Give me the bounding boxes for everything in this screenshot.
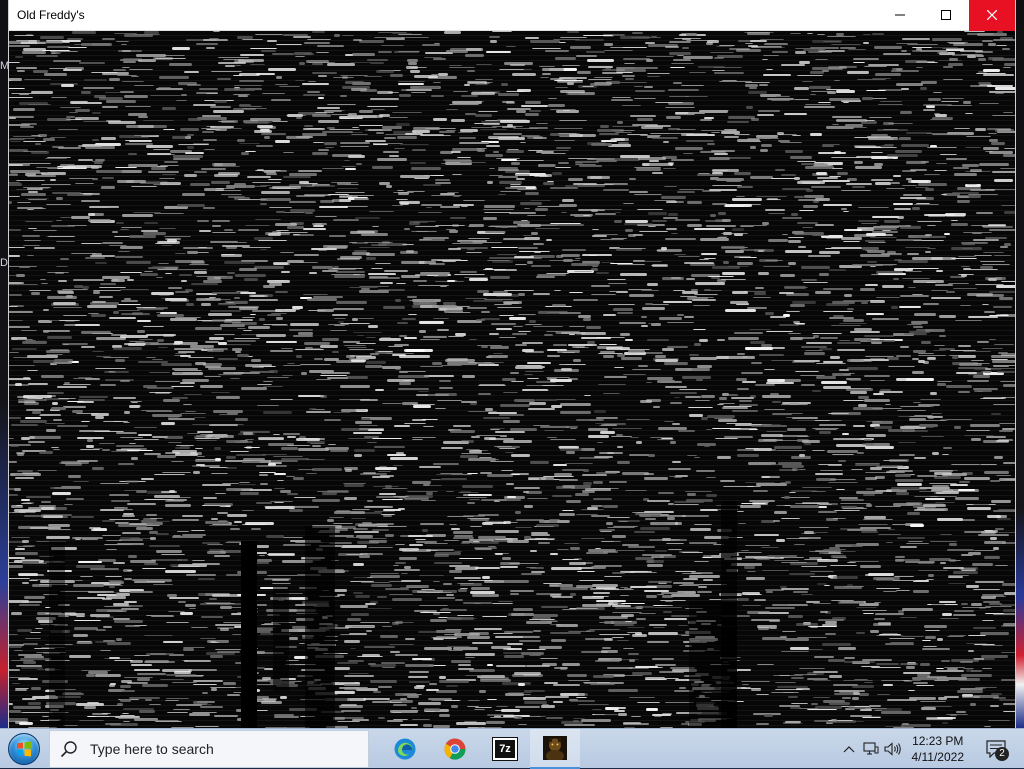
static-dark-band <box>273 586 289 691</box>
taskbar: Type here to search 7z <box>0 728 1024 768</box>
static-dark-band <box>305 526 335 728</box>
desktop-edge-glyph: D <box>0 257 8 269</box>
network-button[interactable] <box>860 729 882 769</box>
system-tray: 12:23 PM 4/11/2022 2 <box>838 729 1024 769</box>
search-placeholder: Type here to search <box>90 741 214 757</box>
chevron-up-icon <box>843 745 855 753</box>
game-icon <box>543 736 567 760</box>
taskbar-game-button[interactable] <box>530 729 580 769</box>
taskbar-search-box[interactable]: Type here to search <box>49 730 369 768</box>
desktop-left-edge: M D <box>0 0 8 728</box>
search-icon <box>60 740 78 758</box>
action-center-button[interactable]: 2 <box>976 729 1016 769</box>
windows-start-icon <box>8 733 40 765</box>
game-viewport[interactable] <box>9 31 1015 728</box>
desktop-right-edge <box>1016 0 1024 728</box>
static-dark-band <box>721 501 737 728</box>
clock-date: 4/11/2022 <box>912 749 965 765</box>
window-controls <box>877 0 1015 31</box>
seven-zip-label: 7z <box>499 743 511 755</box>
seven-zip-icon: 7z <box>493 738 517 760</box>
maximize-button[interactable] <box>923 0 969 31</box>
start-button[interactable] <box>0 729 48 769</box>
close-button[interactable] <box>969 0 1015 31</box>
app-window: Old Freddy's <box>8 0 1016 728</box>
notification-count-badge: 2 <box>995 747 1009 761</box>
close-icon <box>987 10 997 20</box>
taskbar-edge-button[interactable] <box>380 729 430 769</box>
network-icon <box>863 742 879 756</box>
taskbar-7zip-button[interactable]: 7z <box>480 729 530 769</box>
chrome-icon <box>443 737 467 761</box>
desktop-edge-glyph: M <box>0 60 8 72</box>
maximize-icon <box>941 10 951 20</box>
clock-time: 12:23 PM <box>912 733 963 749</box>
show-hidden-icons-button[interactable] <box>838 729 860 769</box>
taskbar-chrome-button[interactable] <box>430 729 480 769</box>
volume-icon <box>884 742 902 756</box>
window-title: Old Freddy's <box>9 8 85 22</box>
taskbar-clock[interactable]: 12:23 PM 4/11/2022 <box>912 733 965 765</box>
window-titlebar[interactable]: Old Freddy's <box>9 0 1015 31</box>
pinned-apps: 7z <box>380 729 580 769</box>
minimize-icon <box>895 10 905 20</box>
volume-button[interactable] <box>882 729 904 769</box>
static-dark-band <box>49 541 65 728</box>
static-dark-band <box>241 541 257 728</box>
edge-icon <box>393 737 417 761</box>
minimize-button[interactable] <box>877 0 923 31</box>
static-noise <box>9 31 1015 728</box>
